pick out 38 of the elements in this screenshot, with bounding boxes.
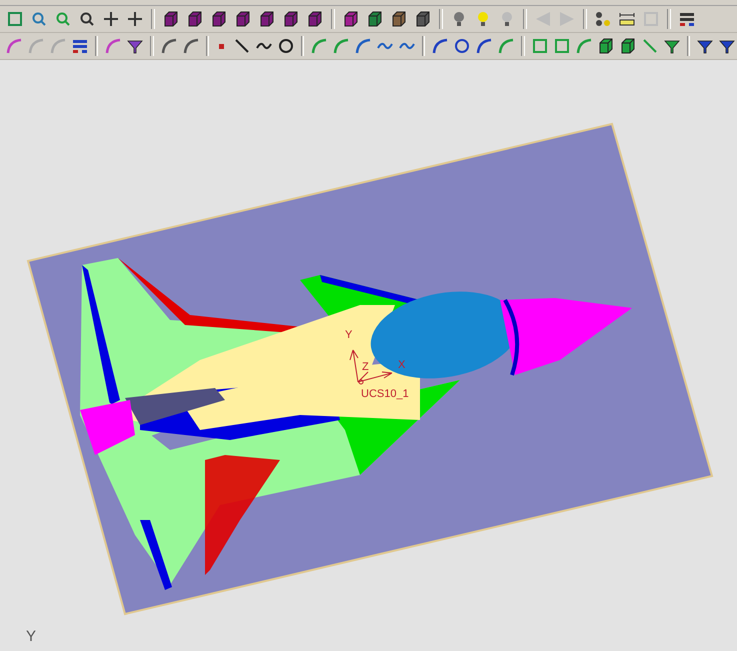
line-icon: [234, 38, 250, 54]
axis-label: Z: [362, 361, 369, 373]
bulb-icon: [475, 11, 491, 27]
bulb-icon: [451, 11, 467, 27]
funnel-icon: [664, 38, 680, 54]
zoom-window-icon: [7, 11, 23, 27]
cube-icon: [163, 11, 179, 27]
coordinate-system-icon: [350, 350, 392, 384]
cube-icon: [415, 11, 431, 27]
cylinder-icon: [454, 38, 470, 54]
corner-axis-label: Y: [26, 628, 36, 645]
cube-icon: [187, 11, 203, 27]
bulb-icon: [499, 11, 515, 27]
axis-icon: [105, 38, 122, 54]
zoom-in-icon: [31, 11, 47, 27]
search-icon: [79, 11, 95, 27]
cube-icon: [307, 11, 323, 27]
list-icon: [72, 38, 88, 54]
zoom-in-icon: [55, 11, 71, 27]
move-icon: [103, 11, 119, 27]
point-icon: [219, 44, 224, 48]
cube-icon: [343, 11, 359, 27]
funnel-icon: [127, 38, 144, 54]
ruler-icon: [619, 11, 635, 27]
cube-icon: [259, 11, 275, 27]
cube-icon: [367, 11, 383, 27]
circle-icon: [278, 38, 294, 54]
dots-icon: [595, 11, 611, 27]
cube-icon: [211, 11, 227, 27]
cube-icon: [391, 11, 407, 27]
grid-icon: [679, 11, 695, 27]
coordinate-system-label: UCS10_1: [361, 388, 409, 400]
axis-label: Y: [345, 329, 352, 341]
cube-icon: [283, 11, 299, 27]
left-arrow-icon: [535, 11, 551, 27]
axis-label: X: [398, 359, 406, 371]
cube-icon: [235, 11, 251, 27]
right-arrow-icon: [559, 11, 575, 27]
